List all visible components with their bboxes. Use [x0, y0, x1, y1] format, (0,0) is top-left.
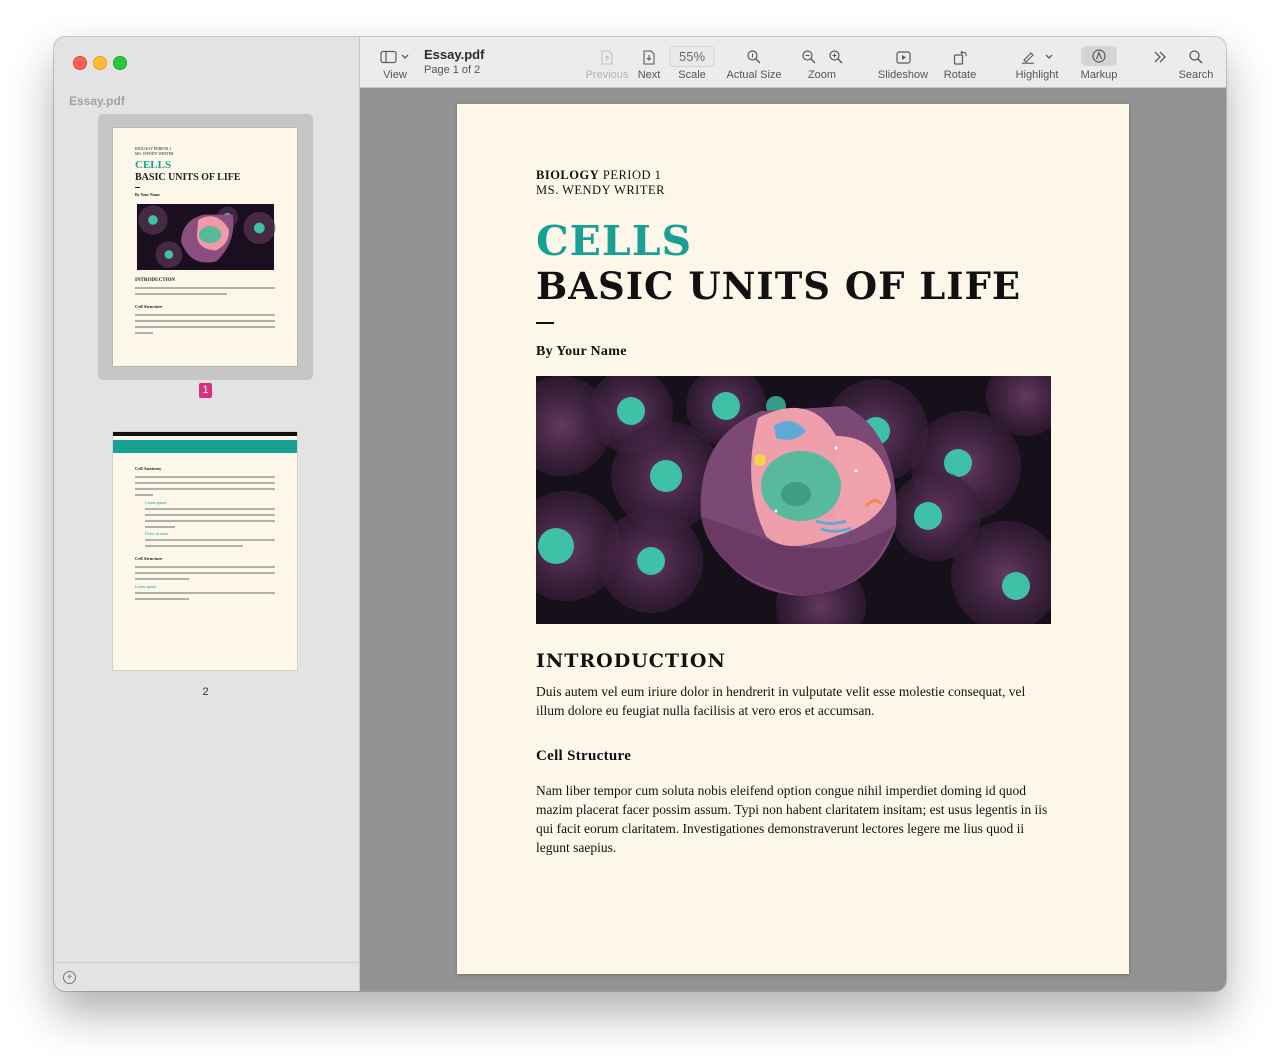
highlighter-icon	[1022, 52, 1034, 64]
thumb2-heading-structure: Cell Structure	[135, 556, 163, 561]
minimize-window-button[interactable]	[93, 56, 107, 70]
sidebar-title: Essay.pdf	[69, 94, 125, 108]
view-label: View	[383, 69, 407, 81]
cell-structure-text: Nam liber tempor cum soluta nobis eleife…	[536, 783, 1048, 855]
previous-page-icon	[601, 49, 613, 65]
search-label: Search	[1178, 69, 1214, 81]
cell-illustration	[536, 376, 1051, 624]
page-number-label-2: 2	[202, 686, 209, 698]
thumb2-heading-anatomy: Cell Anatomy	[135, 466, 162, 471]
rotate-icon	[953, 50, 967, 65]
pdf-page-1: BIOLOGY PERIOD 1 MS. WENDY WRITER CELLS …	[457, 104, 1129, 974]
close-window-button[interactable]	[73, 56, 87, 70]
next-page-icon	[643, 49, 655, 65]
zoom-label: Zoom	[807, 69, 837, 81]
chevron-down-icon[interactable]	[1045, 54, 1053, 60]
thumb1-intro-heading: INTRODUCTION	[135, 278, 176, 283]
search-button[interactable]: Search	[1176, 47, 1216, 81]
thumb1-teacher: MS. WENDY WRITER	[135, 151, 174, 156]
document-main-title: BASIC UNITS OF LIFE	[536, 264, 1022, 308]
thumb1-cells: CELLS	[135, 159, 172, 171]
thumb1-title: BASIC UNITS OF LIFE	[135, 172, 241, 183]
page-indicator: Page 1 of 2	[424, 64, 481, 76]
highlight-label: Highlight	[1015, 69, 1059, 81]
thumb2-list-item-1: Lorem ipsum	[145, 500, 167, 505]
page-thumbnail-1[interactable]: BIOLOGY PERIOD 1 MS. WENDY WRITER CELLS …	[113, 128, 297, 366]
add-page-icon[interactable]: +	[63, 971, 76, 984]
markup-icon	[1092, 49, 1106, 63]
markup-label: Markup	[1080, 69, 1118, 81]
toolbar: View Essay.pdf Page 1 of 2 Previous Next	[360, 37, 1226, 88]
thumb2-subheading: Lorem ipsum	[135, 584, 157, 589]
zoom-in-icon[interactable]	[828, 50, 843, 64]
thumbnail-sidebar: Essay.pdf BIOLOGY PERIOD 1 MS. WENDY WRI…	[54, 37, 360, 991]
slideshow-icon	[895, 50, 911, 64]
view-button[interactable]: View	[378, 47, 412, 81]
slideshow-label: Slideshow	[877, 69, 929, 81]
actual-size-label: Actual Size	[726, 69, 782, 81]
rotate-button[interactable]: Rotate	[941, 47, 979, 81]
cells-heading: CELLS	[536, 217, 693, 265]
thumb1-byline: By Your Name	[135, 192, 160, 197]
class-line: BIOLOGY PERIOD 1 MS. WENDY WRITER	[536, 168, 665, 198]
thumb2-list-item-2: Dolor sit amet	[145, 531, 168, 536]
byline: By Your Name	[536, 344, 627, 359]
markup-button[interactable]: Markup	[1078, 45, 1120, 81]
more-tools-button[interactable]	[1148, 47, 1172, 67]
introduction-text: Duis autem vel eum iriure dolor in hendr…	[536, 684, 1026, 718]
preview-window: Essay.pdf BIOLOGY PERIOD 1 MS. WENDY WRI…	[54, 37, 1226, 991]
page-number-badge-1: 1	[199, 383, 212, 398]
teacher-name: MS. WENDY WRITER	[536, 183, 665, 197]
rotate-label: Rotate	[943, 69, 977, 81]
previous-label: Previous	[585, 69, 629, 81]
search-icon	[1189, 50, 1203, 64]
actual-size-button[interactable]: Actual Size	[724, 47, 784, 81]
document-viewer[interactable]: BIOLOGY PERIOD 1 MS. WENDY WRITER CELLS …	[360, 88, 1226, 991]
next-label: Next	[637, 69, 661, 81]
highlight-button[interactable]: Highlight	[1012, 47, 1062, 81]
page-thumbnail-2[interactable]: Cell Anatomy Lorem ipsum Dolor sit amet …	[113, 432, 297, 670]
actual-size-icon	[747, 50, 761, 64]
previous-page-button[interactable]: Previous	[582, 47, 632, 81]
sidebar-footer: +	[54, 962, 359, 991]
double-chevron-right-icon	[1154, 51, 1166, 63]
title-rule	[536, 322, 554, 324]
next-page-button[interactable]: Next	[632, 47, 666, 81]
scale-label: Scale	[678, 69, 706, 81]
zoom-window-button[interactable]	[113, 56, 127, 70]
scale-control[interactable]: 55% Scale	[667, 45, 717, 81]
thumb1-cell-illustration	[136, 204, 276, 270]
class-period: PERIOD 1	[599, 168, 662, 182]
thumb1-section-heading: Cell Structure	[135, 304, 163, 309]
scale-value[interactable]: 55%	[669, 45, 715, 67]
document-title: Essay.pdf	[424, 47, 485, 62]
class-name: BIOLOGY	[536, 168, 600, 182]
slideshow-button[interactable]: Slideshow	[876, 47, 930, 81]
introduction-heading: INTRODUCTION	[536, 650, 726, 672]
zoom-out-icon[interactable]	[801, 50, 816, 64]
cell-structure-heading: Cell Structure	[536, 748, 632, 764]
sidebar-toggle-icon	[380, 50, 409, 64]
zoom-control[interactable]: Zoom	[797, 47, 847, 81]
